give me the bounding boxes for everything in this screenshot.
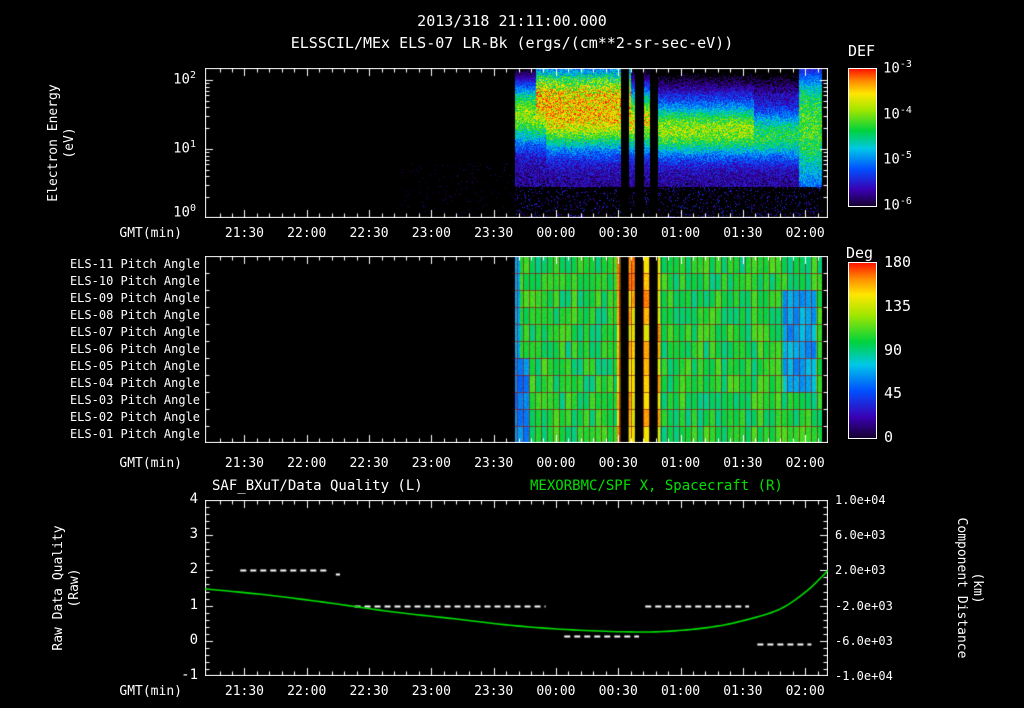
- axis-label-line: (Raw): [67, 568, 82, 608]
- energy-axis-label: Electron Energy (eV): [46, 63, 80, 223]
- pitch-row-label: ELS-10 Pitch Angle: [69, 274, 200, 288]
- x-tick-label: 23:30: [474, 684, 514, 699]
- x-tick-label: 23:30: [474, 456, 514, 471]
- x-tick-label: 00:00: [536, 226, 576, 241]
- x-tick-label: 23:30: [474, 226, 514, 241]
- distance-tick-label: -2.0e+03: [835, 598, 893, 613]
- header-timestamp: 2013/318 21:11:00.000: [417, 12, 607, 30]
- gmt-label-timeseries: GMT(min): [119, 684, 182, 699]
- deg-colorbar-tick-label: 180: [884, 253, 912, 271]
- def-colorbar-tick-label: 10-5: [883, 150, 912, 168]
- deg-colorbar-tick-label: 135: [884, 296, 912, 315]
- plot-screen: 2013/318 21:11:00.000 ELSSCIL/MEx ELS-07…: [0, 0, 1024, 708]
- raw-quality-axis-label: Raw Data Quality (Raw): [51, 498, 85, 678]
- def-colorbar-tick-label: 10-6: [883, 196, 912, 214]
- x-tick-label: 01:00: [660, 684, 701, 699]
- pitch-row-label: ELS-01 Pitch Angle: [69, 427, 200, 441]
- quality-tick-label: 4: [189, 491, 198, 507]
- component-distance-axis-label: (km) Component Distance: [951, 488, 985, 688]
- energy-tick-label: 102: [173, 70, 196, 88]
- axis-label-line: Component Distance: [954, 517, 969, 659]
- pitch-row-label: ELS-02 Pitch Angle: [69, 410, 200, 424]
- right-series-title: MEXORBMC/SPF X, Spacecraft (R): [530, 478, 783, 494]
- def-colorbar: [848, 68, 877, 207]
- x-tick-label: 01:00: [660, 456, 701, 471]
- x-tick-label: 00:00: [536, 456, 576, 471]
- distance-tick-label: 6.0e+03: [835, 528, 886, 543]
- axis-label-line: Electron Energy: [46, 84, 61, 202]
- x-tick-label: 02:00: [785, 684, 825, 699]
- x-tick-label: 22:00: [287, 226, 327, 241]
- x-tick-label: 02:00: [785, 456, 825, 471]
- distance-tick-label: -1.0e+04: [835, 669, 893, 683]
- distance-tick-label: 2.0e+03: [835, 563, 886, 578]
- def-colorbar-tick-label: 10-4: [883, 104, 912, 123]
- x-tick-label: 23:00: [411, 226, 451, 241]
- x-tick-label: 01:30: [723, 684, 763, 699]
- pitch-row-label: ELS-11 Pitch Angle: [69, 257, 200, 271]
- x-tick-label: 00:30: [598, 456, 638, 471]
- x-tick-label: 21:30: [224, 226, 265, 241]
- pitch-row-label: ELS-05 Pitch Angle: [69, 359, 200, 373]
- x-tick-label: 00:30: [598, 226, 638, 241]
- quality-tick-label: 1: [189, 596, 198, 613]
- axis-label-line: Raw Data Quality: [51, 525, 66, 651]
- gmt-label-spectrogram: GMT(min): [119, 226, 182, 241]
- x-tick-label: 21:30: [224, 684, 265, 699]
- pitch-angle-canvas: [205, 256, 828, 443]
- x-tick-label: 23:00: [411, 684, 451, 699]
- x-tick-label: 01:00: [660, 226, 701, 241]
- x-tick-label: 22:30: [349, 456, 389, 471]
- axis-label-line: (km): [970, 572, 985, 604]
- axis-label-line: (eV): [62, 127, 77, 159]
- left-series-title: SAF_BXuT/Data Quality (L): [212, 478, 423, 494]
- x-tick-label: 21:30: [224, 456, 265, 471]
- def-colorbar-title: DEF: [848, 42, 876, 60]
- pitch-row-label: ELS-03 Pitch Angle: [69, 393, 200, 407]
- timeseries-canvas: [205, 500, 828, 676]
- pitch-row-label: ELS-07 Pitch Angle: [69, 325, 200, 339]
- spectrogram-canvas: [205, 68, 828, 218]
- x-tick-label: 00:30: [598, 684, 638, 699]
- distance-tick-label: -6.0e+03: [835, 633, 893, 648]
- x-tick-label: 02:00: [785, 226, 825, 241]
- deg-colorbar: [848, 262, 877, 439]
- gmt-label-pitch: GMT(min): [119, 456, 182, 471]
- pitch-row-label: ELS-04 Pitch Angle: [69, 376, 200, 390]
- deg-colorbar-tick-label: 90: [884, 340, 903, 359]
- x-tick-label: 22:00: [287, 456, 327, 471]
- quality-tick-label: 2: [189, 561, 198, 578]
- quality-tick-label: 3: [189, 526, 198, 543]
- x-tick-label: 00:00: [536, 684, 576, 699]
- pitch-row-label: ELS-06 Pitch Angle: [69, 342, 200, 356]
- x-tick-label: 23:00: [411, 456, 451, 471]
- deg-colorbar-tick-label: 0: [884, 428, 894, 446]
- energy-tick-label: 101: [173, 139, 196, 157]
- deg-colorbar-title: Deg: [846, 244, 874, 262]
- distance-tick-label: 1.0e+04: [835, 493, 886, 507]
- pitch-row-label: ELS-08 Pitch Angle: [69, 308, 200, 322]
- quality-tick-label: 0: [189, 631, 198, 648]
- x-tick-label: 01:30: [723, 226, 763, 241]
- energy-tick-label: 100: [173, 203, 196, 221]
- deg-colorbar-tick-label: 45: [884, 384, 903, 403]
- x-tick-label: 22:30: [349, 226, 389, 241]
- quality-tick-label: -1: [181, 667, 198, 683]
- x-tick-label: 22:30: [349, 684, 389, 699]
- x-tick-label: 22:00: [287, 684, 327, 699]
- x-tick-label: 01:30: [723, 456, 763, 471]
- def-colorbar-tick-label: 10-3: [883, 59, 912, 77]
- pitch-row-label: ELS-09 Pitch Angle: [69, 291, 200, 305]
